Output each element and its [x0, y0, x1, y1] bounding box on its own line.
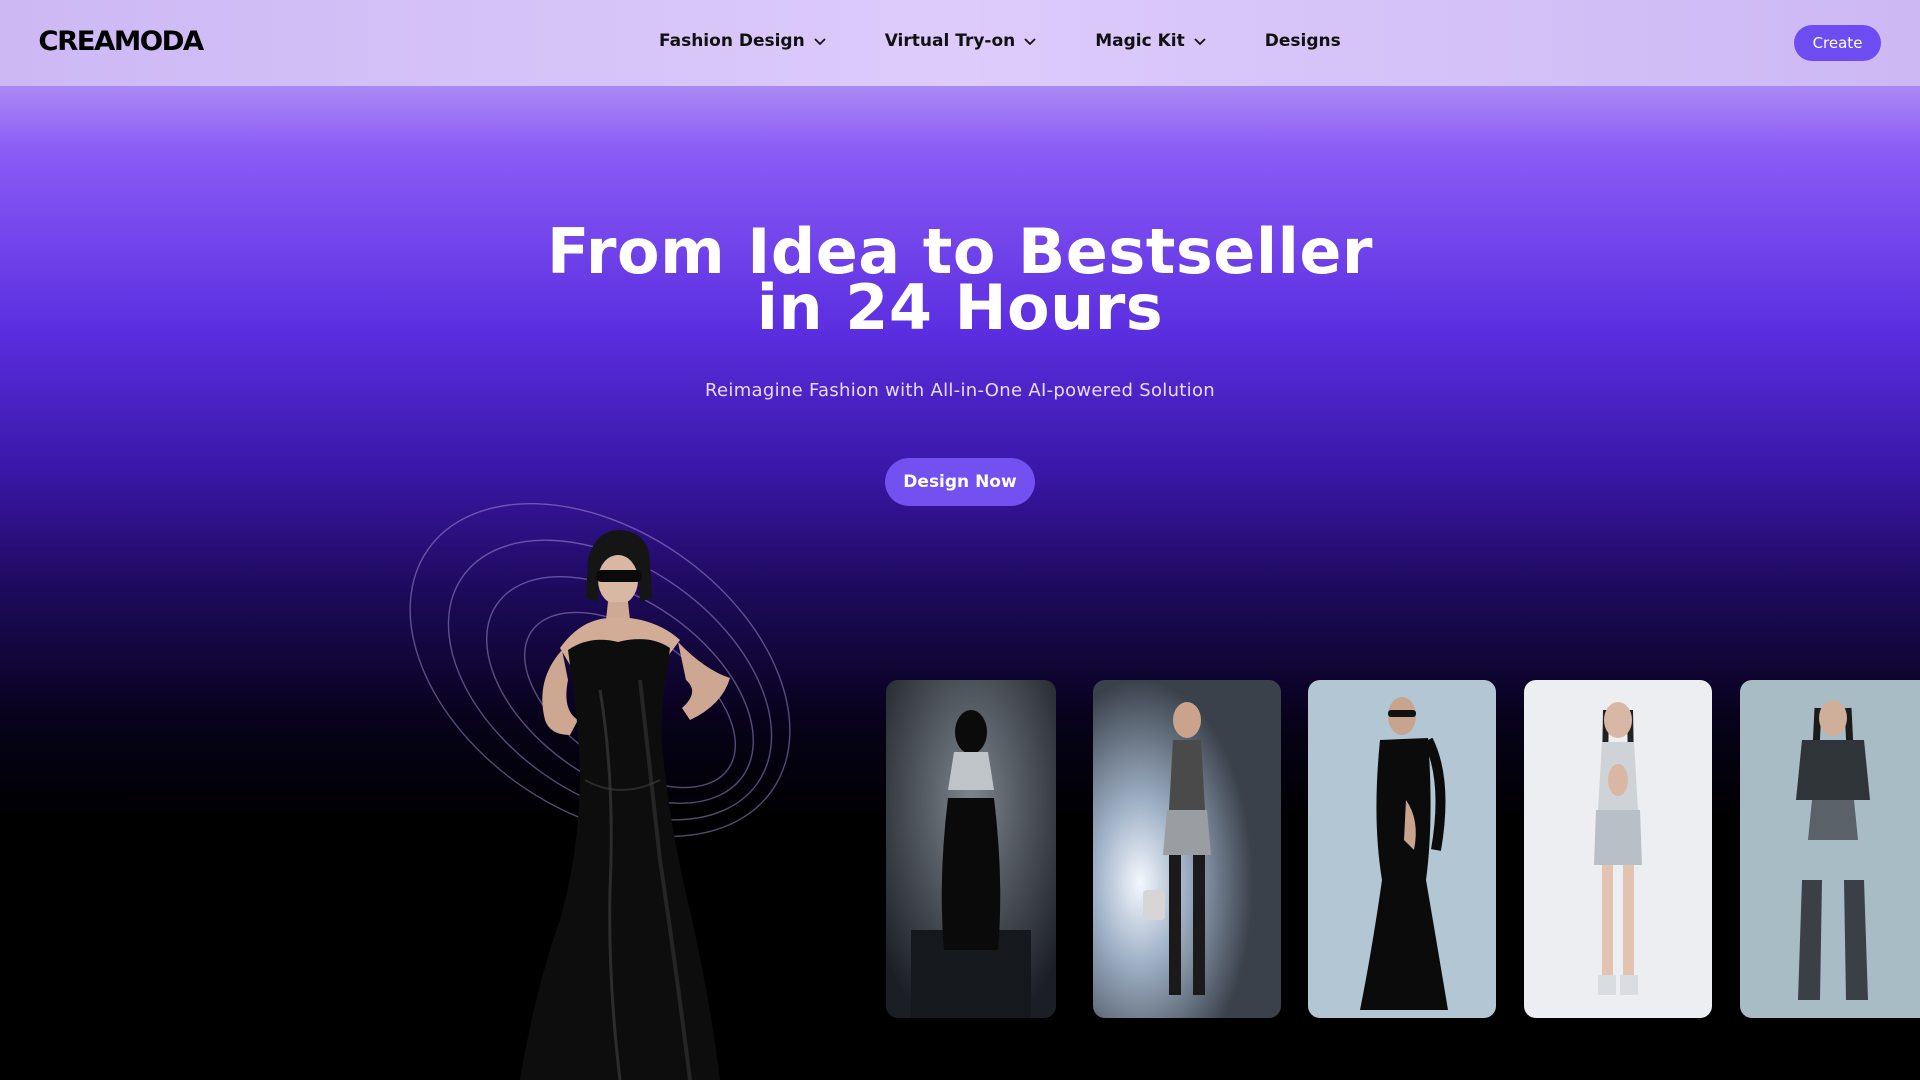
fashion-model-image: [1740, 680, 1920, 1018]
nav-virtual-try-on[interactable]: Virtual Try-on: [885, 31, 1038, 51]
hero-subtitle: Reimagine Fashion with All-in-One AI-pow…: [705, 380, 1215, 401]
nav-designs[interactable]: Designs: [1265, 31, 1341, 51]
nav-designs-label: Designs: [1264, 31, 1341, 51]
hero-model-image: [520, 530, 730, 1080]
nav-magic-kit-label: Magic Kit: [1095, 31, 1185, 51]
design-now-button[interactable]: Design Now: [885, 458, 1035, 506]
gallery-card-4[interactable]: [1524, 680, 1712, 1018]
nav-magic-kit[interactable]: Magic Kit: [1095, 31, 1207, 51]
fashion-model-image: [1524, 680, 1712, 1018]
hero-title-line-2: in 24 Hours: [756, 271, 1164, 344]
chevron-down-icon: [1194, 38, 1206, 46]
chevron-down-icon: [1024, 38, 1036, 46]
main-nav: Fashion Design Virtual Try-on Magic Kit …: [659, 31, 1399, 51]
hero-title: From Idea to Bestseller in 24 Hours: [460, 221, 1460, 344]
creamoda-logo[interactable]: CREAMODA: [38, 26, 204, 57]
fashion-model-image: [886, 680, 1056, 1018]
nav-fashion-design[interactable]: Fashion Design: [659, 31, 827, 51]
gallery-card-2[interactable]: [1093, 680, 1281, 1018]
gallery-card-1[interactable]: [886, 680, 1056, 1018]
gallery-card-3[interactable]: [1308, 680, 1496, 1018]
chevron-down-icon: [814, 38, 826, 46]
top-navbar: CREAMODA Fashion Design Virtual Try-on M…: [0, 0, 1920, 86]
nav-virtual-try-on-label: Virtual Try-on: [884, 31, 1016, 51]
fashion-model-image: [1093, 680, 1281, 1018]
create-button[interactable]: Create: [1794, 25, 1881, 61]
gallery-card-5[interactable]: [1740, 680, 1920, 1018]
fashion-model-image: [1308, 680, 1496, 1018]
nav-fashion-design-label: Fashion Design: [659, 31, 805, 51]
